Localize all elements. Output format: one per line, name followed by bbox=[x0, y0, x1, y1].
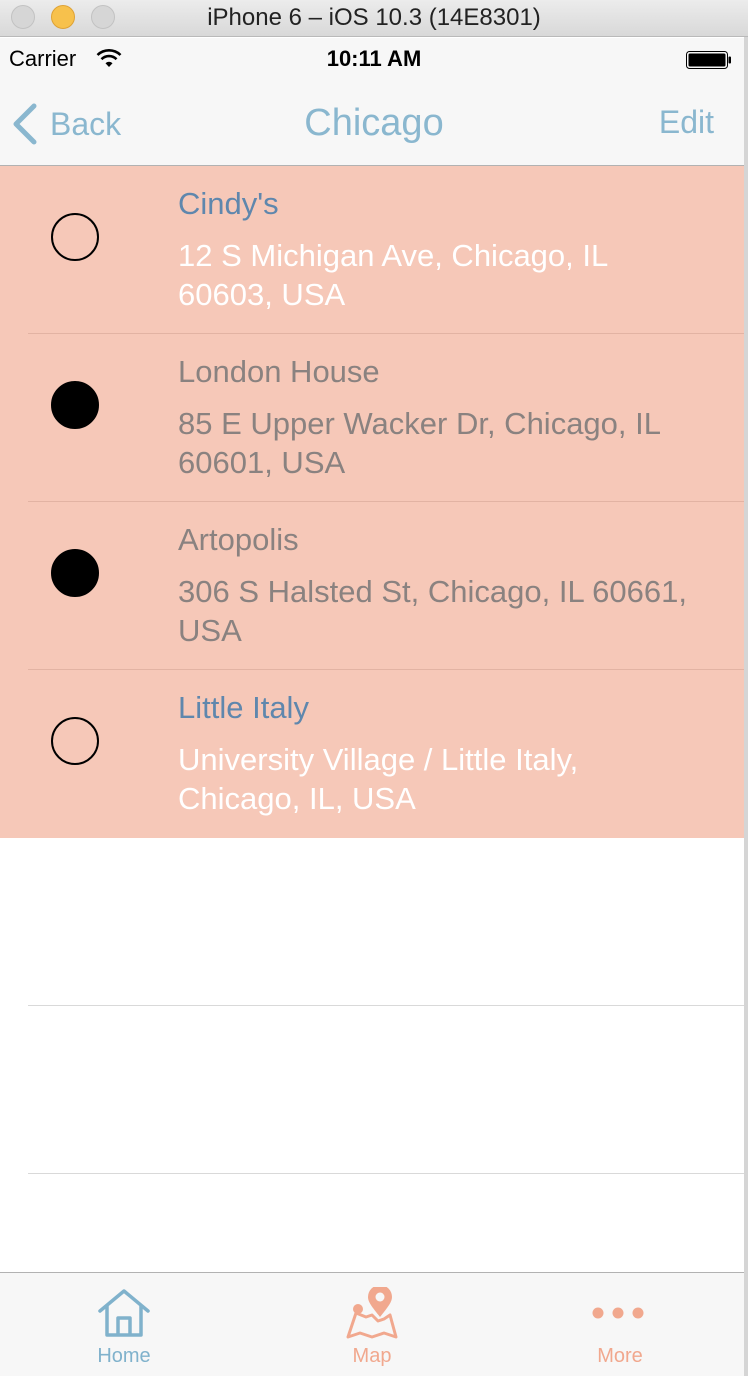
place-name: Little Italy bbox=[178, 690, 309, 725]
navigation-bar: Back Chicago Edit bbox=[0, 80, 748, 166]
tab-map[interactable]: Map bbox=[248, 1273, 496, 1376]
status-bar: Carrier 10:11 AM bbox=[0, 38, 748, 80]
window-title: iPhone 6 – iOS 10.3 (14E8301) bbox=[207, 4, 541, 31]
table-row[interactable]: London House 85 E Upper Wacker Dr, Chica… bbox=[0, 334, 744, 502]
row-separator bbox=[28, 1173, 744, 1174]
place-address: University Village / Little Italy, Chica… bbox=[178, 742, 579, 816]
place-name: Cindy's bbox=[178, 186, 279, 221]
status-time: 10:11 AM bbox=[326, 46, 422, 71]
tab-bar: Home Map More bbox=[0, 1272, 744, 1376]
checkbox-unchecked[interactable] bbox=[51, 717, 99, 765]
place-address: 12 S Michigan Ave, Chicago, IL 60603, US… bbox=[178, 238, 608, 312]
tab-more[interactable]: More bbox=[496, 1273, 744, 1376]
table-row[interactable]: Cindy's 12 S Michigan Ave, Chicago, IL 6… bbox=[0, 166, 744, 334]
home-icon bbox=[98, 1289, 150, 1337]
table-row[interactable]: Little Italy University Village / Little… bbox=[0, 670, 744, 838]
place-address: 306 S Halsted St, Chicago, IL 60661, USA bbox=[178, 574, 687, 648]
window-edge bbox=[744, 37, 748, 1376]
checkbox-checked[interactable] bbox=[51, 381, 99, 429]
edit-button[interactable]: Edit bbox=[659, 104, 714, 141]
more-dots-icon bbox=[592, 1307, 644, 1319]
page-title: Chicago bbox=[304, 102, 444, 144]
empty-row bbox=[0, 1006, 744, 1174]
checkbox-checked[interactable] bbox=[51, 549, 99, 597]
simulator-titlebar: iPhone 6 – iOS 10.3 (14E8301) bbox=[0, 0, 748, 37]
tab-label: Home bbox=[97, 1345, 151, 1367]
place-address: 85 E Upper Wacker Dr, Chicago, IL 60601,… bbox=[178, 406, 660, 480]
battery-icon bbox=[686, 51, 731, 69]
map-pin-icon bbox=[346, 1287, 398, 1339]
checkbox-unchecked[interactable] bbox=[51, 213, 99, 261]
tab-label: Map bbox=[352, 1345, 392, 1367]
empty-row bbox=[0, 838, 744, 1006]
place-name: London House bbox=[178, 354, 380, 389]
place-name: Artopolis bbox=[178, 522, 299, 557]
tab-home[interactable]: Home bbox=[0, 1273, 248, 1376]
places-table: Cindy's 12 S Michigan Ave, Chicago, IL 6… bbox=[0, 166, 744, 1174]
tab-label: More bbox=[597, 1345, 643, 1367]
table-row[interactable]: Artopolis 306 S Halsted St, Chicago, IL … bbox=[0, 502, 744, 670]
